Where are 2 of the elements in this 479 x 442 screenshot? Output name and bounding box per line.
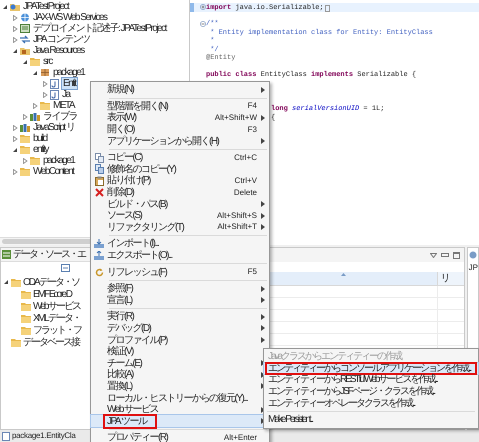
status-text: package1.EntityCla [12, 431, 76, 441]
view-title: JP [468, 263, 478, 272]
